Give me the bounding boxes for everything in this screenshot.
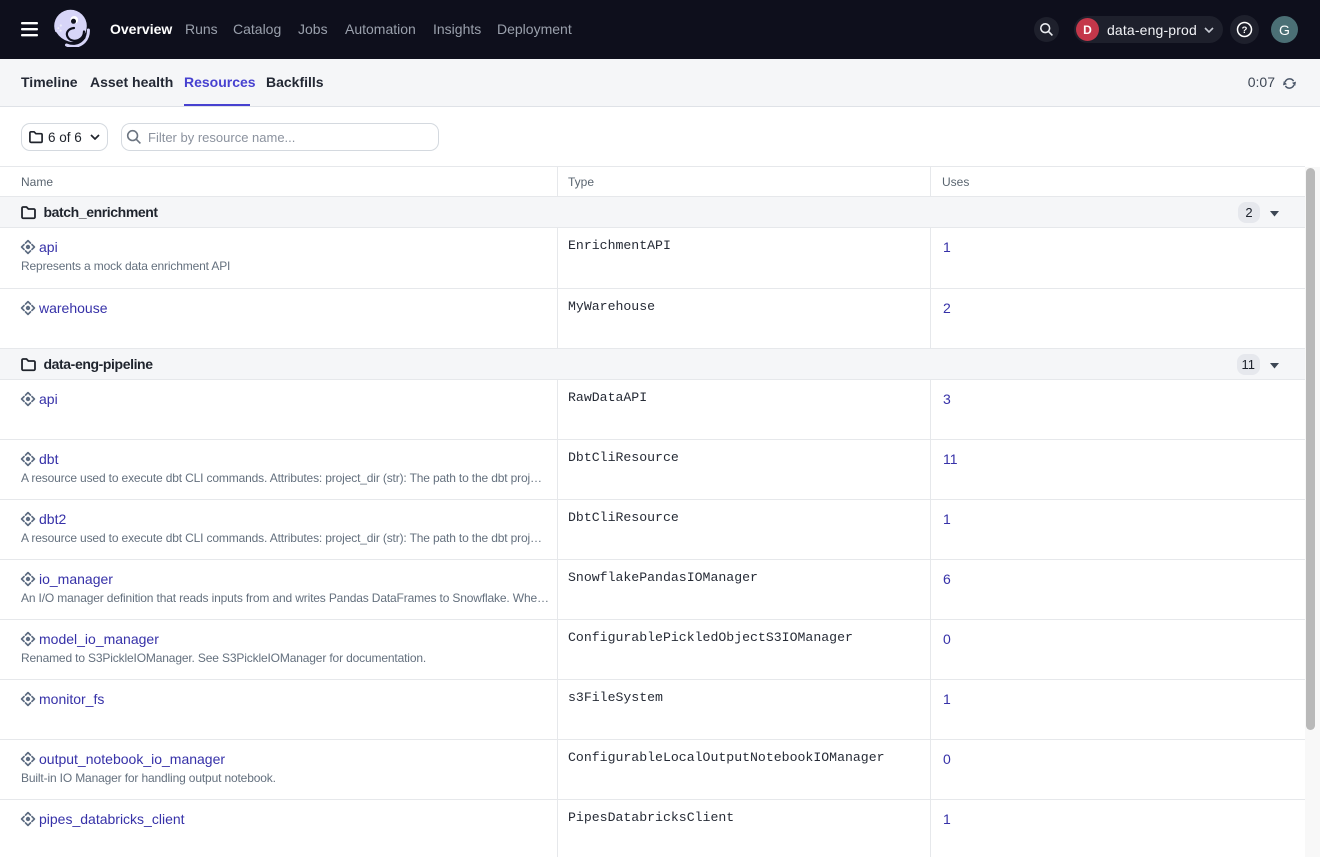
svg-text:?: ? [1242, 25, 1248, 36]
